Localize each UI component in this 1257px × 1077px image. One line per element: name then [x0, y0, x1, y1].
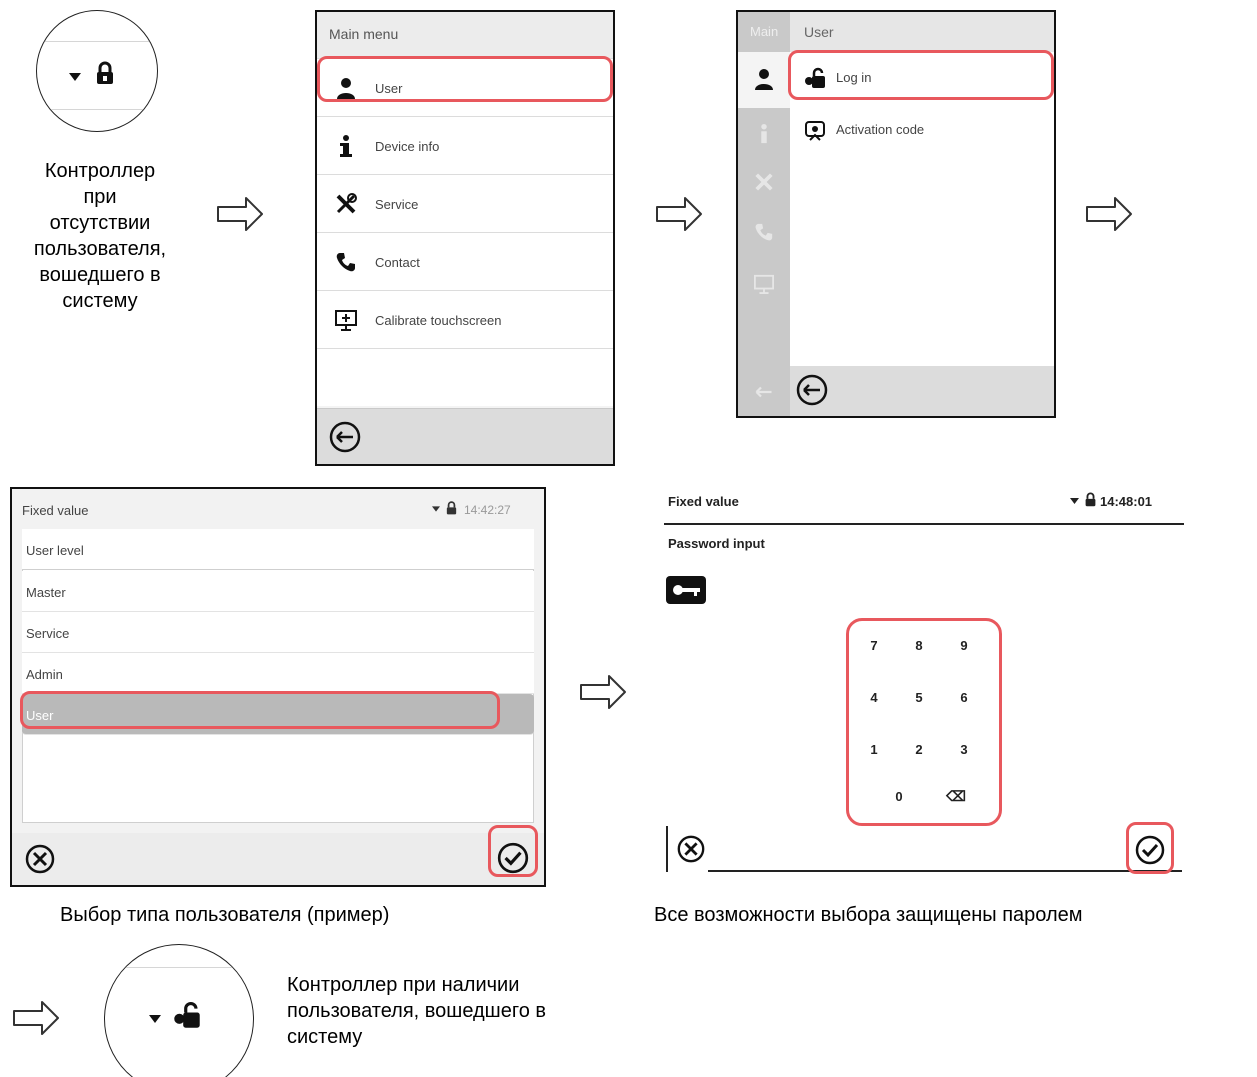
password-screen: Fixed value 14:48:01 Password input 7 8 …: [664, 486, 1184, 878]
user-level-header: Fixed value 14:42:27: [12, 489, 544, 527]
touchscreen-icon: [335, 310, 357, 331]
controller-status-zoom-logged-in: [104, 944, 254, 1077]
clock-time: 14:42:27: [464, 503, 511, 517]
sidebar-title: Main: [750, 24, 779, 39]
user-menu-title: User: [790, 12, 1054, 52]
screen-title: Fixed value: [668, 494, 739, 509]
login-lock-icon: [805, 67, 825, 88]
user-menu-body: [790, 156, 1054, 366]
menu-item-user[interactable]: User: [317, 58, 613, 116]
log-in-label: Log in: [836, 70, 872, 85]
keypad-key-5[interactable]: 5: [909, 690, 929, 705]
header-divider: [664, 523, 1184, 525]
dropdown-triangle-icon[interactable]: [1070, 498, 1079, 504]
flow-arrow-4: [580, 675, 626, 709]
keypad-key-backspace[interactable]: ⌫: [946, 788, 966, 805]
user-icon: [337, 78, 355, 99]
phone-icon: [336, 253, 355, 272]
lock-closed-icon: [446, 501, 457, 515]
keypad-key-0[interactable]: 0: [889, 789, 909, 804]
footer-divider: [708, 870, 1182, 872]
user-menu-sidebar: Main: [738, 12, 790, 416]
password-prompt: Password input: [668, 536, 765, 551]
sidebar-item-user-selected[interactable]: [738, 52, 790, 108]
option-service[interactable]: Service: [22, 612, 534, 653]
user-icon: [755, 69, 773, 90]
keypad-key-1[interactable]: 1: [864, 742, 884, 757]
service-icon: [336, 193, 357, 214]
info-icon[interactable]: [754, 122, 774, 146]
user-level-footer: [12, 833, 544, 885]
screen-title: Fixed value: [22, 503, 89, 518]
caption-logged-in: Контроллер при наличии пользователя, вош…: [287, 974, 547, 1048]
lock-closed-icon: [1085, 492, 1096, 507]
back-icon[interactable]: [796, 374, 828, 406]
caption-logged-out: Контроллер при отсутствии пользователя, …: [33, 160, 167, 312]
menu-empty-row: [317, 348, 613, 406]
activation-code-label: Activation code: [836, 122, 925, 137]
keypad-key-6[interactable]: 6: [954, 690, 974, 705]
back-icon-faded: [755, 386, 772, 398]
back-icon[interactable]: [329, 421, 361, 453]
menu-item-user-label: User: [375, 81, 403, 96]
keypad-key-2[interactable]: 2: [909, 742, 929, 757]
touchscreen-icon[interactable]: [754, 274, 774, 294]
phone-icon[interactable]: [754, 222, 774, 242]
dropdown-triangle-icon[interactable]: [432, 506, 440, 512]
keypad-key-9[interactable]: 9: [954, 638, 974, 653]
cancel-icon[interactable]: [676, 834, 706, 864]
confirm-icon[interactable]: [1134, 834, 1166, 866]
keypad-key-8[interactable]: 8: [909, 638, 929, 653]
flow-arrow-1: [217, 197, 263, 231]
caption-user-select: Выбор типа пользователя (пример): [60, 904, 390, 926]
main-menu-screen: Main menu User Device info Service Conta…: [315, 10, 615, 466]
menu-item-service[interactable]: Service: [317, 174, 613, 232]
key-icon: [666, 576, 706, 604]
flow-arrow-2: [656, 197, 702, 231]
option-user-selected[interactable]: User: [22, 694, 534, 735]
clock-time: 14:48:01: [1100, 494, 1153, 509]
activation-code-icon: [805, 121, 825, 141]
user-menu-screen: Main User Log in Activation code: [736, 10, 1056, 418]
menu-item-calibrate-touchscreen[interactable]: Calibrate touchscreen: [317, 290, 613, 348]
controller-status-zoom-locked: [36, 10, 158, 132]
menu-item-contact-label: Contact: [375, 255, 420, 270]
dropdown-triangle-icon: [69, 73, 81, 81]
option-admin[interactable]: Admin: [22, 653, 534, 694]
user-menu-footer: [790, 366, 1054, 416]
keypad-key-4[interactable]: 4: [864, 690, 884, 705]
keypad-key-7[interactable]: 7: [864, 638, 884, 653]
list-header-user-level: User level: [22, 529, 534, 570]
main-menu-title: Main menu: [317, 12, 613, 58]
footer-left-divider: [666, 826, 668, 872]
cancel-icon[interactable]: [24, 843, 56, 875]
menu-item-device-info-label: Device info: [375, 139, 440, 154]
lock-closed-icon: [97, 61, 113, 84]
menu-item-log-in[interactable]: Log in: [790, 52, 1054, 104]
flow-arrow-3: [1086, 197, 1132, 231]
menu-item-device-info[interactable]: Device info: [317, 116, 613, 174]
flow-arrow-5: [13, 1001, 59, 1035]
caption-password: Все возможности выбора защищены паролем: [654, 904, 1083, 926]
menu-item-activation-code[interactable]: Activation code: [790, 104, 1054, 156]
service-icon[interactable]: [754, 172, 774, 192]
keypad-key-3[interactable]: 3: [954, 742, 974, 757]
user-level-screen: Fixed value 14:42:27 User level Master S…: [10, 487, 546, 887]
info-icon: [340, 135, 352, 157]
option-master[interactable]: Master: [22, 571, 534, 612]
dropdown-triangle-icon: [149, 1015, 161, 1023]
confirm-icon[interactable]: [496, 841, 530, 875]
menu-item-calibrate-label: Calibrate touchscreen: [375, 313, 502, 328]
menu-item-contact[interactable]: Contact: [317, 232, 613, 290]
menu-item-service-label: Service: [375, 197, 419, 212]
main-menu-footer: [317, 408, 613, 464]
login-lock-icon: [174, 1002, 200, 1028]
